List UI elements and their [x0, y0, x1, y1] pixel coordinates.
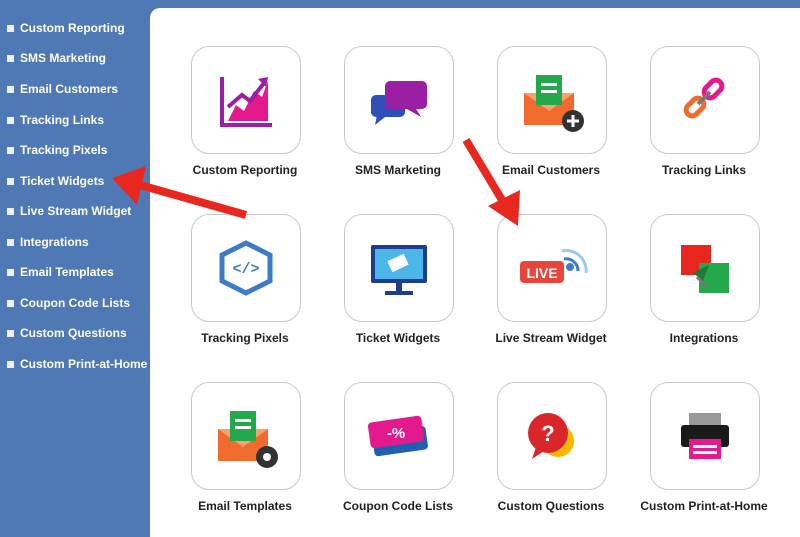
sidebar-item-label: Coupon Code Lists	[20, 296, 130, 310]
tile-ticket-widgets[interactable]	[344, 214, 454, 322]
tile-label: Custom Print-at-Home	[640, 499, 768, 513]
sidebar-item-integrations[interactable]: Integrations	[7, 232, 89, 252]
tile-custom-questions[interactable]: ?	[497, 382, 607, 490]
feature-grid: Custom Reporting SMS Marketing Email Cus…	[150, 8, 800, 537]
sidebar-item-label: Email Customers	[20, 82, 119, 96]
tile-live-stream-widget[interactable]: LIVE	[497, 214, 607, 322]
tile-custom-print-at-home[interactable]	[650, 382, 760, 490]
integration-squares-icon	[681, 245, 729, 293]
chart-growth-icon	[220, 77, 272, 127]
tile-label: Email Customers	[501, 163, 601, 177]
code-glyph: </>	[232, 261, 259, 278]
sidebar-item-label: Integrations	[20, 235, 89, 249]
percent-text: -%	[387, 425, 405, 442]
tile-tracking-links[interactable]	[650, 46, 760, 154]
sidebar-item-label: Custom Questions	[20, 326, 127, 340]
sidebar-item-label: SMS Marketing	[20, 51, 107, 65]
question-bubble-icon: ?	[528, 413, 574, 459]
bullet-icon	[7, 299, 14, 307]
bullet-icon	[7, 329, 14, 337]
sidebar-item-label: Custom Reporting	[20, 21, 125, 35]
tile-coupon-code-lists[interactable]: -%	[344, 382, 454, 490]
monitor-ticket-icon	[371, 245, 427, 295]
code-hexagon-icon: </>	[219, 240, 273, 296]
tile-label: Custom Reporting	[192, 163, 298, 177]
tile-label: Tracking Pixels	[201, 331, 289, 345]
live-broadcast-icon: LIVE	[520, 249, 588, 283]
bullet-icon	[7, 85, 14, 93]
tile-label: Coupon Code Lists	[343, 499, 453, 513]
bullet-icon	[7, 116, 14, 124]
sidebar-item-label: Live Stream Widget	[20, 204, 132, 218]
question-glyph: ?	[541, 421, 554, 446]
sidebar-item-label: Custom Print-at-Home	[20, 357, 148, 371]
tile-integrations[interactable]	[650, 214, 760, 322]
sidebar-item-custom-print-at-home[interactable]: Custom Print-at-Home	[7, 354, 147, 374]
bullet-icon	[7, 177, 14, 185]
tile-label: Tracking Links	[661, 163, 747, 177]
sidebar-item-tracking-links[interactable]: Tracking Links	[7, 110, 104, 130]
sidebar-item-ticket-widgets[interactable]: Ticket Widgets	[7, 171, 104, 191]
tile-email-customers[interactable]	[497, 46, 607, 154]
sidebar-item-tracking-pixels[interactable]: Tracking Pixels	[7, 140, 107, 160]
sidebar-item-custom-reporting[interactable]: Custom Reporting	[7, 18, 125, 38]
sidebar-item-email-templates[interactable]: Email Templates	[7, 262, 114, 282]
bullet-icon	[7, 146, 14, 154]
envelope-gear-icon	[218, 411, 278, 468]
sidebar-item-label: Tracking Pixels	[20, 143, 108, 157]
bullet-icon	[7, 207, 14, 215]
tile-label: SMS Marketing	[354, 163, 441, 177]
bullet-icon	[7, 238, 14, 246]
sidebar-item-email-customers[interactable]: Email Customers	[7, 79, 118, 99]
sidebar-item-live-stream-widget[interactable]: Live Stream Widget	[7, 201, 131, 221]
bullet-icon	[7, 24, 14, 32]
bullet-icon	[7, 268, 14, 276]
tile-tracking-pixels[interactable]: </>	[191, 214, 301, 322]
live-text: LIVE	[526, 265, 557, 281]
chat-bubbles-icon	[371, 81, 427, 125]
bullet-icon	[7, 360, 14, 368]
envelope-add-icon	[524, 75, 584, 132]
sidebar-item-label: Ticket Widgets	[20, 174, 105, 188]
chain-link-icon	[683, 77, 725, 119]
tile-label: Custom Questions	[497, 499, 605, 513]
tile-custom-reporting[interactable]	[191, 46, 301, 154]
sidebar-item-sms-marketing[interactable]: SMS Marketing	[7, 48, 106, 68]
sidebar-item-coupon-code-lists[interactable]: Coupon Code Lists	[7, 293, 130, 313]
sidebar-item-custom-questions[interactable]: Custom Questions	[7, 323, 127, 343]
sidebar-item-label: Tracking Links	[20, 113, 105, 127]
tile-label: Integrations	[669, 331, 739, 345]
sidebar: Custom Reporting SMS Marketing Email Cus…	[0, 0, 150, 537]
tile-label: Email Templates	[198, 499, 292, 513]
bullet-icon	[7, 54, 14, 62]
tile-label: Ticket Widgets	[355, 331, 441, 345]
printer-icon	[681, 413, 729, 459]
tile-sms-marketing[interactable]	[344, 46, 454, 154]
sidebar-item-label: Email Templates	[20, 265, 114, 279]
tile-email-templates[interactable]	[191, 382, 301, 490]
coupon-percent-icon: -%	[367, 415, 428, 457]
tile-label: Live Stream Widget	[495, 331, 607, 345]
